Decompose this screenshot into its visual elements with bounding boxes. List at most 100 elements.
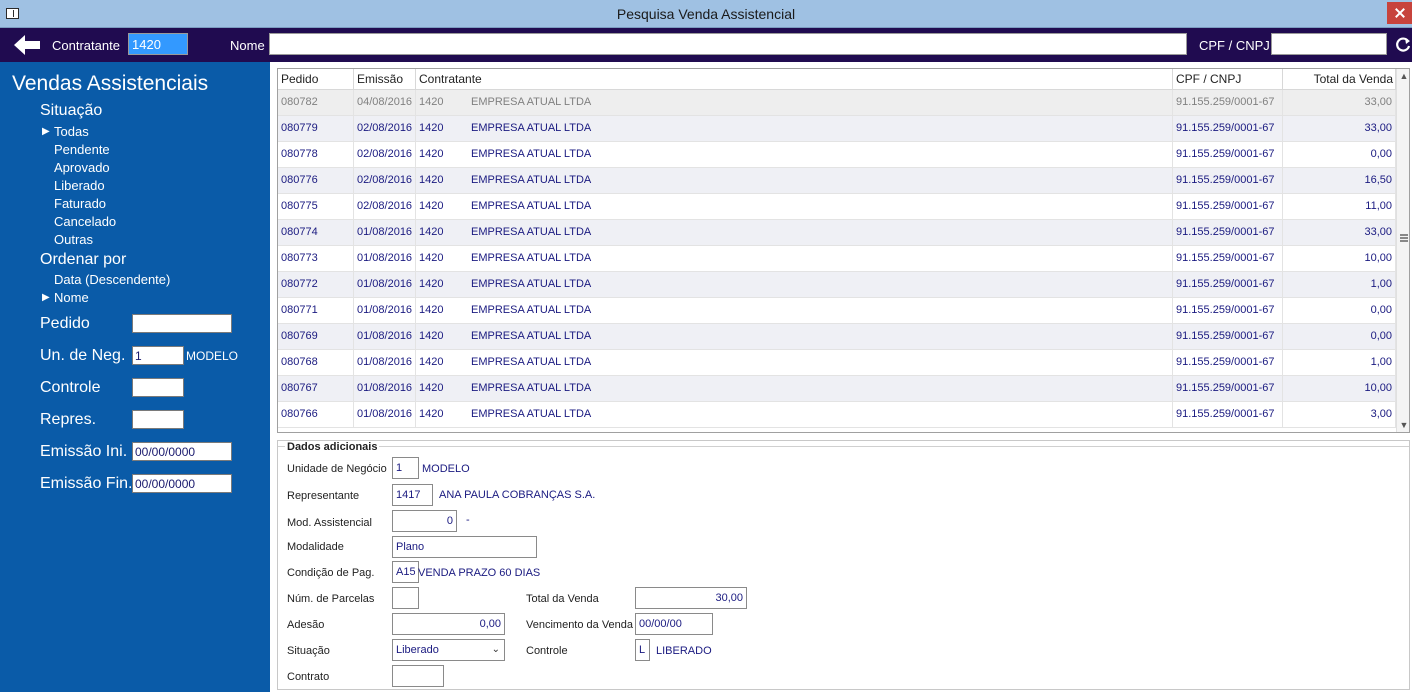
cell-emissao: 02/08/2016 xyxy=(354,142,416,167)
cell-cpf-cnpj: 91.155.259/0001-67 xyxy=(1173,168,1283,193)
back-arrow-icon[interactable] xyxy=(12,33,42,57)
column-header-total[interactable]: Total da Venda xyxy=(1283,69,1396,89)
cell-contratante-code: 1420 xyxy=(419,408,444,420)
mod-assistencial-input[interactable] xyxy=(392,510,457,532)
table-row[interactable]: 080782 04/08/2016 1420 EMPRESA ATUAL LTDA 91… xyxy=(278,90,1396,116)
parcelas-input[interactable] xyxy=(392,587,419,609)
cell-pedido: 080772 xyxy=(278,272,354,297)
pedido-input[interactable] xyxy=(132,314,232,333)
cell-emissao: 02/08/2016 xyxy=(354,168,416,193)
situacao-option-faturado[interactable]: Faturado xyxy=(54,196,106,211)
table-row[interactable]: 080773 01/08/2016 1420 EMPRESA ATUAL LTDA 91… xyxy=(278,246,1396,272)
close-button[interactable] xyxy=(1387,2,1412,24)
contratante-input[interactable] xyxy=(128,33,188,55)
situacao-select[interactable]: Liberado ⌄ xyxy=(392,639,505,661)
table-row[interactable]: 080766 01/08/2016 1420 EMPRESA ATUAL LTDA 91… xyxy=(278,402,1396,428)
emissao-fin-input[interactable] xyxy=(132,474,232,493)
cell-contratante-code: 1420 xyxy=(419,200,444,212)
column-header-pedido[interactable]: Pedido xyxy=(278,69,354,89)
cell-contratante-name: EMPRESA ATUAL LTDA xyxy=(468,402,1173,427)
scroll-up-icon[interactable]: ▲ xyxy=(1397,69,1409,83)
cell-pedido: 080771 xyxy=(278,298,354,323)
mod-assistencial-description: - xyxy=(466,514,470,526)
modalidade-input[interactable] xyxy=(392,536,537,558)
cell-pedido: 080774 xyxy=(278,220,354,245)
vertical-scrollbar[interactable]: ▲ ▼ xyxy=(1396,69,1409,432)
condicao-pag-description: VENDA PRAZO 60 DIAS xyxy=(418,567,541,579)
contrato-input[interactable] xyxy=(392,665,444,687)
table-row[interactable]: 080772 01/08/2016 1420 EMPRESA ATUAL LTDA 91… xyxy=(278,272,1396,298)
vencimento-input[interactable] xyxy=(635,613,713,635)
column-header-cpf-cnpj[interactable]: CPF / CNPJ xyxy=(1173,69,1283,89)
cpf-cnpj-input[interactable] xyxy=(1271,33,1387,55)
cell-cpf-cnpj: 91.155.259/0001-67 xyxy=(1173,376,1283,401)
cell-cpf-cnpj: 91.155.259/0001-67 xyxy=(1173,402,1283,427)
emissao-ini-input[interactable] xyxy=(132,442,232,461)
cell-emissao: 01/08/2016 xyxy=(354,402,416,427)
cell-contratante-name: EMPRESA ATUAL LTDA xyxy=(468,246,1173,271)
emissao-ini-label: Emissão Ini. xyxy=(40,443,128,460)
adesao-label: Adesão xyxy=(287,619,325,631)
column-header-contratante[interactable]: Contratante xyxy=(416,69,1173,89)
refresh-icon[interactable] xyxy=(1394,36,1412,54)
table-row[interactable]: 080776 02/08/2016 1420 EMPRESA ATUAL LTDA 91… xyxy=(278,168,1396,194)
cell-total: 0,00 xyxy=(1283,142,1396,167)
representante-description: ANA PAULA COBRANÇAS S.A. xyxy=(439,489,596,501)
table-row[interactable]: 080774 01/08/2016 1420 EMPRESA ATUAL LTDA 91… xyxy=(278,220,1396,246)
nome-input[interactable] xyxy=(269,33,1187,55)
cell-contratante-code: 1420 xyxy=(419,304,444,316)
cell-total: 10,00 xyxy=(1283,246,1396,271)
cell-contratante-name: EMPRESA ATUAL LTDA xyxy=(468,142,1173,167)
cell-contratante-name: EMPRESA ATUAL LTDA xyxy=(468,324,1173,349)
scroll-down-icon[interactable]: ▼ xyxy=(1397,418,1409,432)
situacao-option-aprovado[interactable]: Aprovado xyxy=(54,160,110,175)
table-row[interactable]: 080778 02/08/2016 1420 EMPRESA ATUAL LTDA 91… xyxy=(278,142,1396,168)
cell-emissao: 01/08/2016 xyxy=(354,272,416,297)
controle-detail-input[interactable] xyxy=(635,639,650,661)
situacao-option-outras[interactable]: Outras xyxy=(54,232,93,247)
pedido-label: Pedido xyxy=(40,315,90,332)
cpf-cnpj-label: CPF / CNPJ xyxy=(1199,38,1270,53)
table-row[interactable]: 080768 01/08/2016 1420 EMPRESA ATUAL LTDA 91… xyxy=(278,350,1396,376)
cell-total: 33,00 xyxy=(1283,220,1396,245)
controle-detail-description: LIBERADO xyxy=(656,645,712,657)
vencimento-label: Vencimento da Venda xyxy=(526,619,634,631)
cell-emissao: 01/08/2016 xyxy=(354,220,416,245)
nome-label: Nome xyxy=(230,38,265,53)
column-header-emissao[interactable]: Emissão xyxy=(354,69,416,89)
selected-arrow-icon: ▶ xyxy=(42,292,50,303)
cell-total: 3,00 xyxy=(1283,402,1396,427)
table-row[interactable]: 080767 01/08/2016 1420 EMPRESA ATUAL LTDA 91… xyxy=(278,376,1396,402)
scroll-thumb[interactable] xyxy=(1400,234,1408,242)
ordenar-option-data[interactable]: Data (Descendente) xyxy=(54,272,170,287)
cell-pedido: 080769 xyxy=(278,324,354,349)
unidade-description: MODELO xyxy=(422,463,470,475)
table-row[interactable]: 080779 02/08/2016 1420 EMPRESA ATUAL LTDA 91… xyxy=(278,116,1396,142)
condicao-pag-input[interactable] xyxy=(392,561,419,583)
representante-input[interactable] xyxy=(392,484,433,506)
repres-input[interactable] xyxy=(132,410,184,429)
un-neg-label: Un. de Neg. xyxy=(40,347,126,364)
un-neg-input[interactable] xyxy=(132,346,184,365)
table-row[interactable]: 080769 01/08/2016 1420 EMPRESA ATUAL LTDA 91… xyxy=(278,324,1396,350)
cell-cpf-cnpj: 91.155.259/0001-67 xyxy=(1173,116,1283,141)
table-row[interactable]: 080775 02/08/2016 1420 EMPRESA ATUAL LTDA 91… xyxy=(278,194,1396,220)
cell-contratante-name: EMPRESA ATUAL LTDA xyxy=(468,376,1173,401)
cell-pedido: 080782 xyxy=(278,90,354,115)
adesao-input[interactable] xyxy=(392,613,505,635)
selected-arrow-icon: ▶ xyxy=(42,126,50,137)
situacao-option-todas[interactable]: Todas xyxy=(54,124,89,139)
total-venda-label: Total da Venda xyxy=(526,593,599,605)
ordenar-option-nome[interactable]: Nome xyxy=(54,290,89,305)
chevron-down-icon: ⌄ xyxy=(491,644,500,655)
cell-pedido: 080768 xyxy=(278,350,354,375)
cell-emissao: 01/08/2016 xyxy=(354,376,416,401)
table-row[interactable]: 080771 01/08/2016 1420 EMPRESA ATUAL LTDA 91… xyxy=(278,298,1396,324)
situacao-option-pendente[interactable]: Pendente xyxy=(54,142,110,157)
cell-total: 10,00 xyxy=(1283,376,1396,401)
situacao-option-cancelado[interactable]: Cancelado xyxy=(54,214,116,229)
controle-input[interactable] xyxy=(132,378,184,397)
situacao-option-liberado[interactable]: Liberado xyxy=(54,178,105,193)
total-venda-input[interactable] xyxy=(635,587,747,609)
unidade-input[interactable] xyxy=(392,457,419,479)
